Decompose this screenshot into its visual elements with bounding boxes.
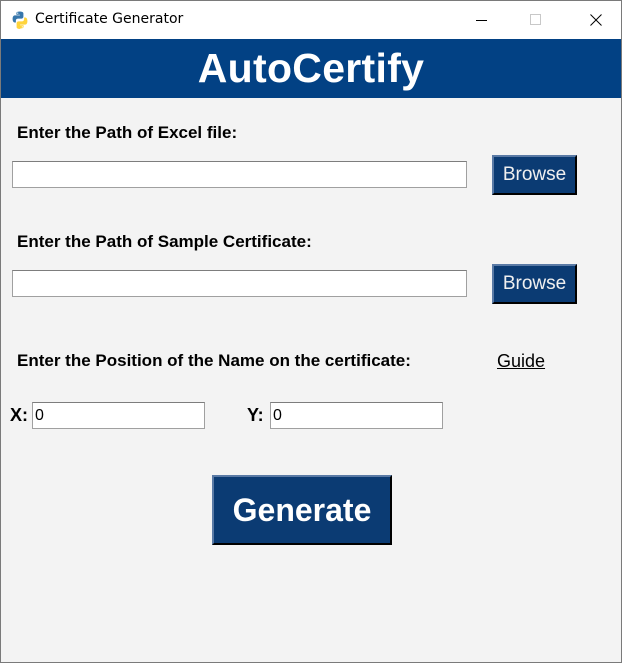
title-bar[interactable]: Certificate Generator [1, 1, 621, 39]
python-icon [10, 10, 30, 30]
excel-path-input[interactable] [12, 161, 467, 188]
generate-button[interactable]: Generate [212, 475, 392, 545]
certificate-browse-button[interactable]: Browse [492, 264, 577, 304]
maximize-button[interactable] [513, 1, 559, 39]
minimize-button[interactable] [459, 1, 505, 39]
position-label: Enter the Position of the Name on the ce… [17, 351, 411, 370]
close-icon [590, 14, 602, 26]
app-title: AutoCertify [197, 45, 425, 91]
x-input[interactable] [32, 402, 205, 429]
y-input[interactable] [270, 402, 443, 429]
certificate-path-label: Enter the Path of Sample Certificate: [17, 232, 312, 251]
y-label: Y: [247, 405, 264, 425]
guide-link[interactable]: Guide [497, 351, 545, 372]
header-banner: AutoCertify [1, 39, 621, 98]
certificate-path-input[interactable] [12, 270, 467, 297]
app-window: Certificate Generator AutoCertify Enter … [0, 0, 622, 663]
window-title: Certificate Generator [35, 11, 184, 27]
excel-path-label: Enter the Path of Excel file: [17, 123, 238, 142]
maximize-icon [530, 14, 541, 25]
minimize-icon [476, 20, 487, 21]
close-button[interactable] [573, 1, 619, 39]
excel-browse-button[interactable]: Browse [492, 155, 577, 195]
x-label: X: [10, 405, 28, 425]
